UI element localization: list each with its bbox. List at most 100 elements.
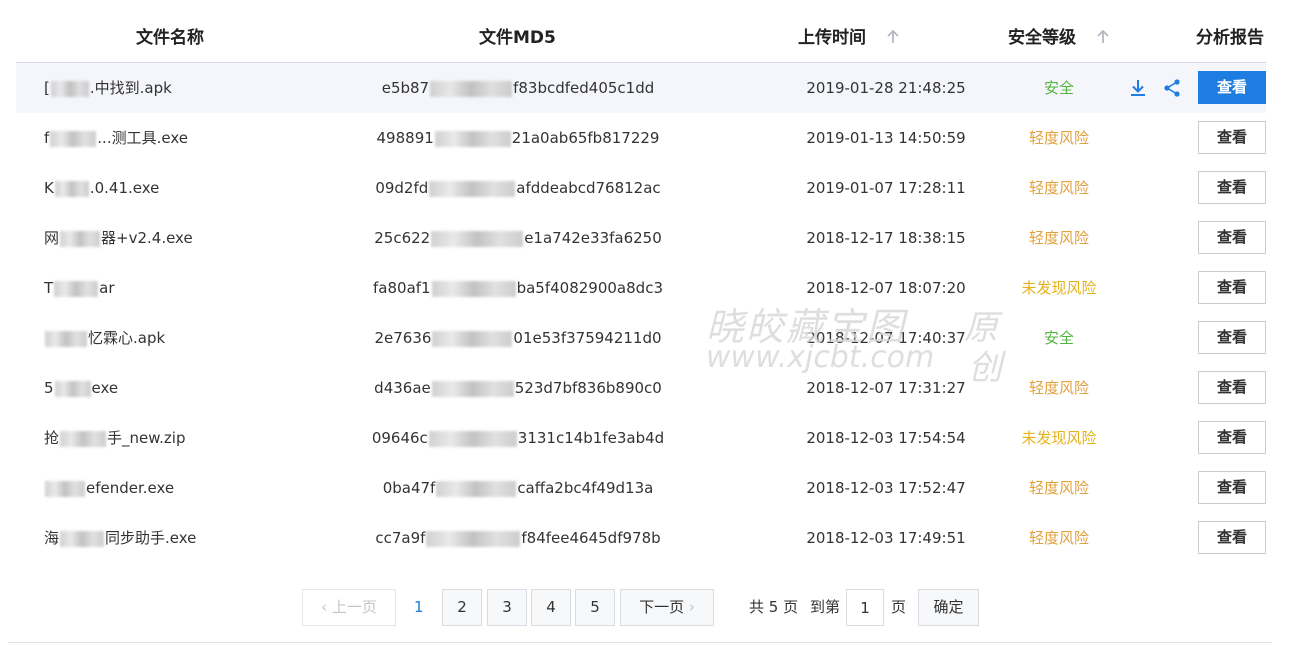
- file-name-cell: 网 器+v2.4.exe: [44, 213, 193, 263]
- header-file-md5: 文件MD5: [479, 28, 556, 48]
- file-name-cell: f ...测工具.exe: [44, 113, 188, 163]
- view-report-button[interactable]: 查看: [1198, 421, 1266, 454]
- file-name-suffix: exe: [91, 379, 119, 397]
- header-file-name: 文件名称: [136, 28, 204, 48]
- file-name-prefix: 海: [44, 529, 60, 547]
- view-report-button[interactable]: 查看: [1198, 321, 1266, 354]
- view-report-button[interactable]: 查看: [1198, 471, 1266, 504]
- view-report-button[interactable]: 查看: [1198, 271, 1266, 304]
- md5-prefix: 09646c: [371, 429, 428, 447]
- header-security-level-label: 安全等级: [1008, 28, 1076, 48]
- redacted-blur: [45, 330, 87, 347]
- md5-prefix: 0ba47f: [382, 479, 436, 497]
- redacted-blur: [426, 530, 521, 547]
- goto-page-input[interactable]: [846, 589, 884, 626]
- page-button-4[interactable]: 4: [531, 589, 571, 626]
- table-row: 5 exe d436ae 523d7bf836b890c0 2018-12-07 17:…: [16, 363, 1266, 413]
- security-level-badge: 安全: [1043, 329, 1074, 347]
- file-name-prefix: 抢: [44, 429, 60, 447]
- file-md5-cell: cc7a9f f84fee4645df978b: [336, 513, 700, 563]
- md5-prefix: fa80af1: [373, 279, 431, 297]
- file-name-cell: 海 同步助手.exe: [44, 513, 196, 563]
- security-level-badge: 安全: [1043, 79, 1074, 97]
- md5-suffix: caffa2bc4f49d13a: [517, 479, 654, 497]
- table-row: K .0.41.exe 09d2fd afddeabcd76812ac 2019-01-…: [16, 163, 1266, 213]
- file-name-cell: efender.exe: [44, 463, 174, 513]
- redacted-blur: [50, 80, 89, 97]
- md5-prefix: cc7a9f: [375, 529, 426, 547]
- redacted-blur: [436, 480, 517, 497]
- file-name-suffix: 手_new.zip: [107, 429, 186, 447]
- file-name-prefix: f: [44, 129, 50, 147]
- sort-arrow-up-icon[interactable]: [1096, 29, 1110, 44]
- download-icon[interactable]: [1128, 78, 1148, 98]
- md5-suffix: 01e53f37594211d0: [513, 329, 662, 347]
- confirm-goto-button[interactable]: 确定: [918, 589, 979, 626]
- redacted-blur: [434, 130, 511, 147]
- total-pages-text: 共 5 页: [749, 598, 799, 616]
- redacted-blur: [60, 430, 107, 447]
- redacted-blur: [45, 480, 85, 497]
- prev-page-button[interactable]: ‹ 上一页: [302, 589, 396, 626]
- table-row: 忆霖心.apk 2e7636 01e53f37594211d0 2018-12-07 …: [16, 313, 1266, 363]
- file-name-cell: [.中找到.apk: [44, 63, 172, 113]
- md5-prefix: 25c622: [374, 229, 431, 247]
- table-header: 文件名称 文件MD5 上传时间 安全等级 分析报告: [16, 13, 1266, 63]
- table-row: 抢手_new.zip 09646c 3131c14b1fe3ab4d 2018-12-…: [16, 413, 1266, 463]
- next-page-button[interactable]: 下一页 ›: [620, 589, 714, 626]
- md5-prefix: e5b87: [381, 79, 430, 97]
- md5-suffix: e1a742e33fa6250: [524, 229, 662, 247]
- file-name-suffix: ar: [99, 279, 115, 297]
- file-md5-cell: 2e7636 01e53f37594211d0: [336, 313, 700, 363]
- sort-arrow-up-icon[interactable]: [886, 29, 900, 44]
- md5-prefix: d436ae: [374, 379, 431, 397]
- view-report-button[interactable]: 查看: [1198, 121, 1266, 154]
- chevron-right-icon: ›: [688, 598, 695, 616]
- header-upload-time[interactable]: 上传时间: [798, 13, 900, 63]
- table-row: Tar fa80af1 ba5f4082900a8dc3 2018-12-07 18:…: [16, 263, 1266, 313]
- file-md5-cell: 25c622 e1a742e33fa6250: [336, 213, 700, 263]
- redacted-blur: [50, 130, 97, 147]
- redacted-blur: [431, 230, 524, 247]
- security-level-badge: 轻度风险: [1028, 229, 1089, 247]
- redacted-blur: [54, 180, 89, 197]
- row-actions: [1128, 63, 1196, 113]
- page-button-5[interactable]: 5: [575, 589, 615, 626]
- file-name-suffix: 同步助手.exe: [105, 529, 197, 547]
- table-body: [.中找到.apk e5b87 f83bcdfed405c1dd 2019-01-28…: [16, 63, 1266, 563]
- header-security-level[interactable]: 安全等级: [1008, 13, 1110, 63]
- pagination: ‹ 上一页 1 2 3 4 5 下一页 › 共 5 页 到第 页 确定: [0, 589, 1300, 627]
- file-name-suffix: .中找到.apk: [89, 79, 172, 97]
- redacted-blur: [432, 330, 513, 347]
- redacted-blur: [431, 280, 516, 297]
- file-name-suffix: 忆霖心.apk: [88, 329, 166, 347]
- security-level-badge: 轻度风险: [1028, 529, 1089, 547]
- file-md5-cell: e5b87 f83bcdfed405c1dd: [336, 63, 700, 113]
- table-row: f ...测工具.exe 498891 21a0ab65fb817229 2019-01…: [16, 113, 1266, 163]
- redacted-blur: [54, 380, 91, 397]
- file-md5-cell: 09646c 3131c14b1fe3ab4d: [336, 413, 700, 463]
- file-name-prefix: 5: [44, 379, 54, 397]
- md5-prefix: 2e7636: [374, 329, 432, 347]
- security-level-badge: 未发现风险: [1021, 279, 1097, 297]
- view-report-button[interactable]: 查看: [1198, 71, 1266, 104]
- table-row: efender.exe 0ba47f caffa2bc4f49d13a 2018-12…: [16, 463, 1266, 513]
- current-page-number[interactable]: 1: [414, 589, 424, 626]
- page-button-2[interactable]: 2: [442, 589, 482, 626]
- file-name-suffix: 器+v2.4.exe: [101, 229, 193, 247]
- chevron-left-icon: ‹: [321, 598, 328, 616]
- security-level-badge: 未发现风险: [1021, 429, 1097, 447]
- view-report-button[interactable]: 查看: [1198, 171, 1266, 204]
- share-icon[interactable]: [1162, 78, 1182, 98]
- page-button-3[interactable]: 3: [487, 589, 527, 626]
- bottom-divider: [8, 642, 1272, 643]
- view-report-button[interactable]: 查看: [1198, 371, 1266, 404]
- header-analysis-report: 分析报告: [1196, 28, 1264, 48]
- table-row: 海同步助手.exe cc7a9f f84fee4645df978b 2018-12-0…: [16, 513, 1266, 563]
- file-name-cell: Tar: [44, 263, 115, 313]
- view-report-button[interactable]: 查看: [1198, 521, 1266, 554]
- redacted-blur: [430, 80, 513, 97]
- view-report-button[interactable]: 查看: [1198, 221, 1266, 254]
- md5-suffix: afddeabcd76812ac: [516, 179, 661, 197]
- md5-suffix: f83bcdfed405c1dd: [513, 79, 655, 97]
